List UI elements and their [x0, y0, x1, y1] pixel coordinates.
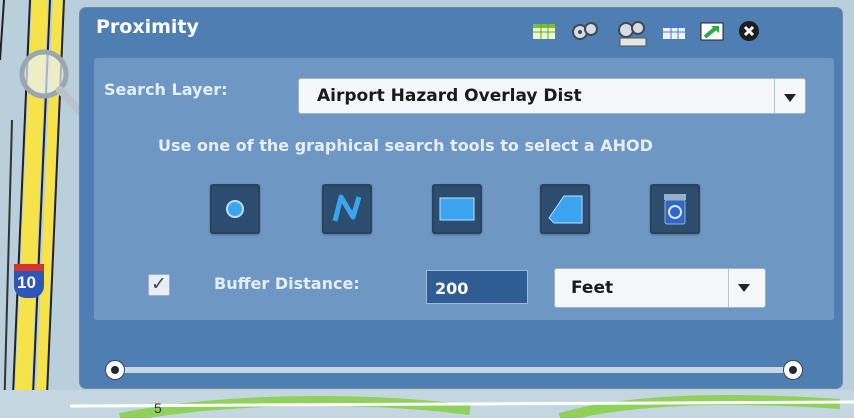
instruction-text: Use one of the graphical search tools to…	[158, 136, 653, 155]
trash-icon	[664, 194, 686, 225]
export-icon[interactable]	[700, 20, 726, 42]
clear-button[interactable]	[650, 184, 700, 234]
search-layer-label: Search Layer:	[104, 80, 228, 99]
slider-end-handle[interactable]	[784, 361, 802, 379]
buffer-checkbox[interactable]: ✓	[148, 273, 170, 296]
search-layer-select[interactable]: Airport Hazard Overlay Dist	[298, 78, 806, 114]
line-tool-icon	[332, 194, 362, 222]
chevron-down-icon[interactable]	[774, 79, 805, 113]
interstate-shield-number: 10	[17, 273, 36, 292]
proximity-panel: Proximity Search Layer: Airport Hazard O…	[80, 8, 842, 388]
table-icon[interactable]	[532, 20, 558, 42]
buffer-unit-select[interactable]: Feet	[554, 268, 766, 308]
polygon-tool-button[interactable]	[540, 184, 590, 234]
polygon-tool-icon	[548, 195, 583, 224]
table-icon[interactable]	[662, 20, 688, 42]
checkmark-icon: ✓	[151, 273, 167, 295]
buffer-unit-value: Feet	[571, 278, 614, 298]
point-tool-button[interactable]	[210, 184, 260, 234]
panel-title: Proximity	[96, 16, 199, 38]
rectangle-tool-button[interactable]	[432, 184, 482, 234]
buffer-distance-input[interactable]: 200	[426, 270, 528, 304]
line-tool-button[interactable]	[322, 184, 372, 234]
search-layer-value: Airport Hazard Overlay Dist	[317, 86, 582, 106]
gear-icon[interactable]	[570, 20, 602, 42]
interstate-shield-icon: 10	[14, 264, 44, 298]
rectangle-tool-icon	[439, 197, 475, 221]
slider-start-handle[interactable]	[106, 361, 124, 379]
street-label: 5	[154, 400, 162, 416]
gear-report-icon[interactable]	[616, 20, 650, 47]
point-tool-icon	[226, 200, 244, 218]
close-icon[interactable]	[738, 20, 762, 42]
chevron-down-icon[interactable]	[728, 269, 765, 307]
buffer-distance-label: Buffer Distance:	[214, 274, 360, 293]
transparency-slider-track[interactable]	[110, 367, 786, 373]
magnifier-icon[interactable]	[14, 44, 88, 120]
